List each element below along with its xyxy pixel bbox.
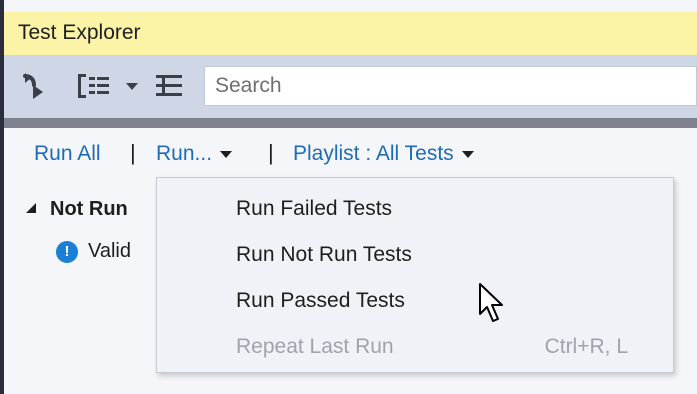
- chevron-down-icon: [461, 150, 474, 158]
- menu-item-run-passed[interactable]: Run Passed Tests: [236, 289, 405, 313]
- separator: |: [268, 140, 274, 165]
- tree-item-test[interactable]: ! Valid: [56, 240, 131, 263]
- expand-triangle-icon[interactable]: [26, 202, 36, 213]
- playlist-label: Playlist : All Tests: [293, 142, 454, 165]
- menu-gutter: [157, 178, 215, 372]
- menu-item-repeat-last-run: Repeat Last Run: [236, 335, 394, 358]
- menu-item-run-not-run[interactable]: Run Not Run Tests: [236, 243, 412, 267]
- chevron-down-icon: [220, 150, 233, 158]
- window-title: Test Explorer: [18, 21, 141, 44]
- run-dropdown[interactable]: Run...: [156, 142, 233, 166]
- chevron-down-icon[interactable]: [122, 70, 142, 102]
- run-all-link[interactable]: Run All: [34, 142, 101, 166]
- shortcut-label: Ctrl+R, L: [544, 335, 628, 358]
- test-label: Valid: [88, 240, 131, 262]
- search-box[interactable]: [204, 66, 697, 106]
- group-by-icon[interactable]: [76, 70, 112, 102]
- toolbar-divider: [4, 118, 697, 128]
- title-bar: Test Explorer: [4, 12, 697, 56]
- group-label: Not Run: [50, 198, 128, 220]
- mouse-cursor-icon: [479, 283, 503, 322]
- info-icon: !: [56, 240, 78, 263]
- search-input[interactable]: [205, 67, 696, 105]
- run-label: Run...: [156, 142, 213, 165]
- run-tests-icon[interactable]: [18, 70, 48, 102]
- list-icon[interactable]: [152, 70, 186, 102]
- run-menu: Run Failed Tests Run Not Run Tests Run P…: [156, 177, 674, 373]
- tree-group-not-run[interactable]: Not Run: [26, 198, 128, 221]
- command-bar: Run All | Run... | Playlist : All Tests: [4, 128, 697, 178]
- separator: |: [130, 140, 136, 165]
- toolbar: [4, 56, 697, 120]
- menu-item-run-failed[interactable]: Run Failed Tests: [236, 197, 392, 221]
- playlist-dropdown[interactable]: Playlist : All Tests: [293, 142, 474, 166]
- test-explorer-window: Test Explorer Search Run All | Run... | …: [0, 0, 697, 394]
